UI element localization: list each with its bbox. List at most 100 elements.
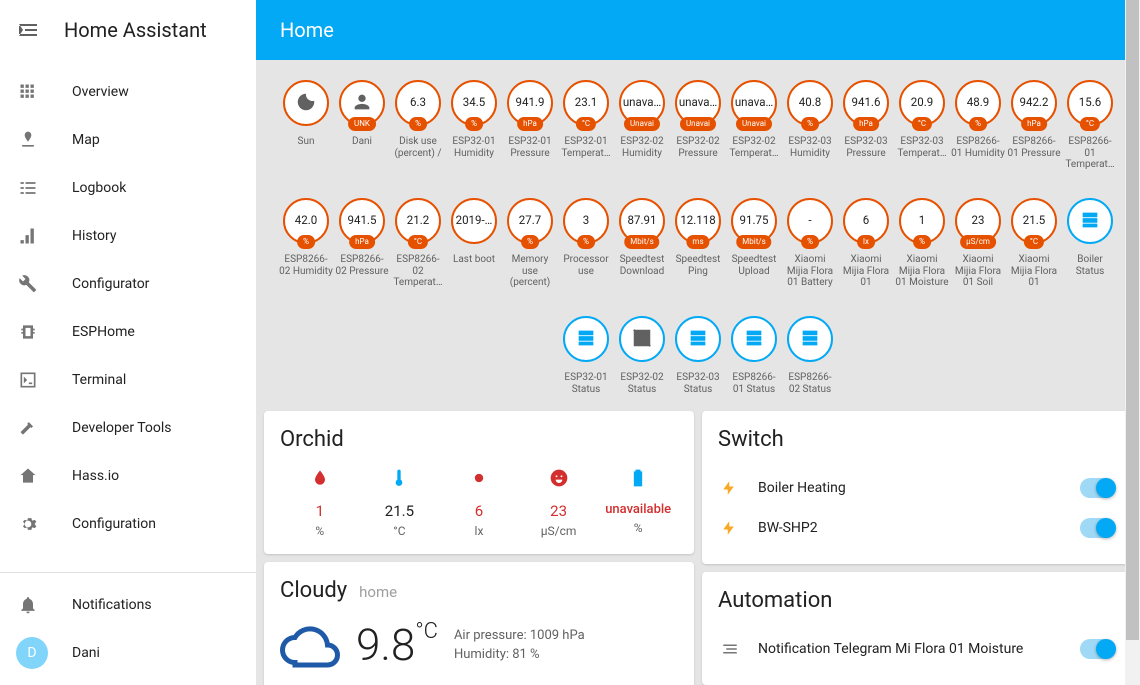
badge[interactable]: ESP8266-02 Status xyxy=(782,316,838,395)
badge[interactable]: 941.5 hPa ESP8266-02 Pressure xyxy=(334,198,390,288)
app-title: Home Assistant xyxy=(64,18,207,42)
badge[interactable]: 6lxXiaomi Mijia Flora 01 Brightness xyxy=(838,198,894,288)
badge-value: 6 xyxy=(863,215,869,227)
card-title: Automation xyxy=(718,588,1116,613)
badge-unit: °C xyxy=(912,117,932,131)
sidebar-user[interactable]: D Dani xyxy=(0,629,256,677)
badge[interactable]: ESP8266-01 Status xyxy=(726,316,782,395)
badge[interactable]: 91.75Mbit/sSpeedtest Upload xyxy=(726,198,782,288)
badge[interactable]: 48.9%ESP8266-01 Humidity xyxy=(950,80,1006,170)
badge-unit: % xyxy=(521,235,539,249)
badge[interactable]: unava…UnavaiESP32-02 Pressure xyxy=(670,80,726,170)
badge[interactable]: 40.8%ESP32-03 Humidity xyxy=(782,80,838,170)
scrollbar[interactable] xyxy=(1125,0,1140,685)
badge-label: ESP32-01 Status xyxy=(559,372,613,395)
badge[interactable]: 34.5%ESP32-01 Humidity xyxy=(446,80,502,170)
glance-item[interactable]: 23µS/cm xyxy=(519,468,599,538)
sidebar-item-esphome[interactable]: ESPHome xyxy=(0,308,256,356)
toggle[interactable] xyxy=(1080,478,1116,498)
sidebar-item-history[interactable]: History xyxy=(0,212,256,260)
toggle[interactable] xyxy=(1080,518,1116,538)
badge-value: 2019-… xyxy=(456,215,493,227)
server-off-icon xyxy=(631,327,653,352)
orchid-card: Orchid 1%21.5°C6lx23µS/cmunavailable% xyxy=(264,411,694,554)
badge[interactable]: 3%Processor use xyxy=(558,198,614,288)
sidebar-item-developer-tools[interactable]: Developer Tools xyxy=(0,404,256,452)
badge[interactable]: Boiler Status xyxy=(1062,198,1118,288)
flash-icon xyxy=(718,519,742,537)
badge[interactable]: 21.5°CXiaomi Mijia Flora 01 Temperat… xyxy=(1006,198,1062,288)
badge[interactable]: 20.9°CESP32-03 Temperat… xyxy=(894,80,950,170)
badge[interactable]: ESP32-03 Status xyxy=(670,316,726,395)
badge-unit: hPa xyxy=(349,235,375,249)
emoticon-icon xyxy=(549,468,569,492)
badge-value: 6.3 xyxy=(410,97,426,109)
badge-label: Sun xyxy=(279,136,333,148)
switch-card: Switch Boiler Heating BW-SHP2 xyxy=(702,411,1132,564)
entity-row: Notification Telegram Mi Flora 01 Moistu… xyxy=(718,629,1116,669)
toggle[interactable] xyxy=(1080,639,1116,659)
badge[interactable]: unava…UnavaiESP32-02 Humidity xyxy=(614,80,670,170)
badge[interactable]: 942.2hPaESP8266-01 Pressure xyxy=(1006,80,1062,170)
moon-icon xyxy=(295,91,317,116)
sidebar-item-map[interactable]: Map xyxy=(0,116,256,164)
badge[interactable]: 941.9hPaESP32-01 Pressure xyxy=(502,80,558,170)
glance-item[interactable]: unavailable% xyxy=(598,468,678,538)
sidebar-item-label: Hass.io xyxy=(72,468,119,484)
badge-label: Memory use (percent) xyxy=(503,254,557,288)
weather-card[interactable]: Cloudy home 9.8°C Air pressure: 1009 hPa… xyxy=(264,562,694,685)
badge[interactable]: 21.2°CESP8266-02 Temperat… xyxy=(390,198,446,288)
badge[interactable]: unava…UnavaiESP32-02 Temperat… xyxy=(726,80,782,170)
badge-unit: Unavai xyxy=(624,117,660,131)
badge-value: 23.1 xyxy=(575,97,597,109)
badge[interactable]: 12.118msSpeedtest Ping xyxy=(670,198,726,288)
battery-icon xyxy=(628,468,648,492)
badge[interactable]: UNKDani xyxy=(334,80,390,170)
sidebar-item-overview[interactable]: Overview xyxy=(0,68,256,116)
card-title: Orchid xyxy=(280,427,678,452)
entity-row: BW-SHP2 xyxy=(718,508,1116,548)
content[interactable]: SunUNKDani6.3%Disk use (percent) /34.5%E… xyxy=(256,60,1140,685)
glance-unit: % xyxy=(315,524,324,538)
sidebar-item-configurator[interactable]: Configurator xyxy=(0,260,256,308)
flash-icon xyxy=(718,479,742,497)
glance-value: 23 xyxy=(550,502,567,520)
card-title: Switch xyxy=(718,427,1116,452)
badge-value: 941.5 xyxy=(348,215,377,227)
badge[interactable]: 6.3%Disk use (percent) / xyxy=(390,80,446,170)
water-icon xyxy=(310,468,330,492)
badge[interactable]: 23µS/cmXiaomi Mijia Flora 01 Soil Conduc… xyxy=(950,198,1006,288)
hassio-icon xyxy=(16,464,40,488)
badge[interactable]: ESP32-02 Status xyxy=(614,316,670,395)
glance-item[interactable]: 21.5°C xyxy=(360,468,440,538)
badge-value: 942.2 xyxy=(1020,97,1049,109)
badge[interactable]: 27.7%Memory use (percent) xyxy=(502,198,558,288)
sidebar-item-terminal[interactable]: Terminal xyxy=(0,356,256,404)
glance-item[interactable]: 6lx xyxy=(439,468,519,538)
sidebar-item-hass.io[interactable]: Hass.io xyxy=(0,452,256,500)
badge[interactable]: ESP32-01 Status xyxy=(558,316,614,395)
sidebar-item-configuration[interactable]: Configuration xyxy=(0,500,256,548)
glance-item[interactable]: 1% xyxy=(280,468,360,538)
menu-toggle-icon[interactable] xyxy=(16,18,40,42)
badge[interactable]: 941.6hPaESP32-03 Pressure xyxy=(838,80,894,170)
badge-label: Processor use xyxy=(559,254,613,277)
badge-label: ESP8266-01 Pressure xyxy=(1007,136,1061,159)
badge[interactable]: 15.6°CESP8266-01 Temperat… xyxy=(1062,80,1118,170)
badge[interactable]: 23.1°CESP32-01 Temperat… xyxy=(558,80,614,170)
badge-label: ESP8266-02 Pressure xyxy=(335,254,389,277)
entity-name: Boiler Heating xyxy=(758,480,1064,496)
badge[interactable]: 42.0%ESP8266-02 Humidity xyxy=(278,198,334,288)
badge[interactable]: 1%Xiaomi Mijia Flora 01 Moisture xyxy=(894,198,950,288)
badge[interactable]: 87.91Mbit/sSpeedtest Download xyxy=(614,198,670,288)
weather-location: home xyxy=(359,583,397,601)
badge[interactable]: -%Xiaomi Mijia Flora 01 Battery Level xyxy=(782,198,838,288)
sidebar-header: Home Assistant xyxy=(0,0,256,60)
sidebar-item-notifications[interactable]: Notifications xyxy=(0,581,256,629)
badge-value: 12.118 xyxy=(680,215,715,227)
sidebar-item-logbook[interactable]: Logbook xyxy=(0,164,256,212)
badge[interactable]: Sun xyxy=(278,80,334,170)
badge-value: 1 xyxy=(919,215,925,227)
badge[interactable]: 2019-…Last boot xyxy=(446,198,502,288)
badge-label: ESP32-01 Temperat… xyxy=(559,136,613,159)
